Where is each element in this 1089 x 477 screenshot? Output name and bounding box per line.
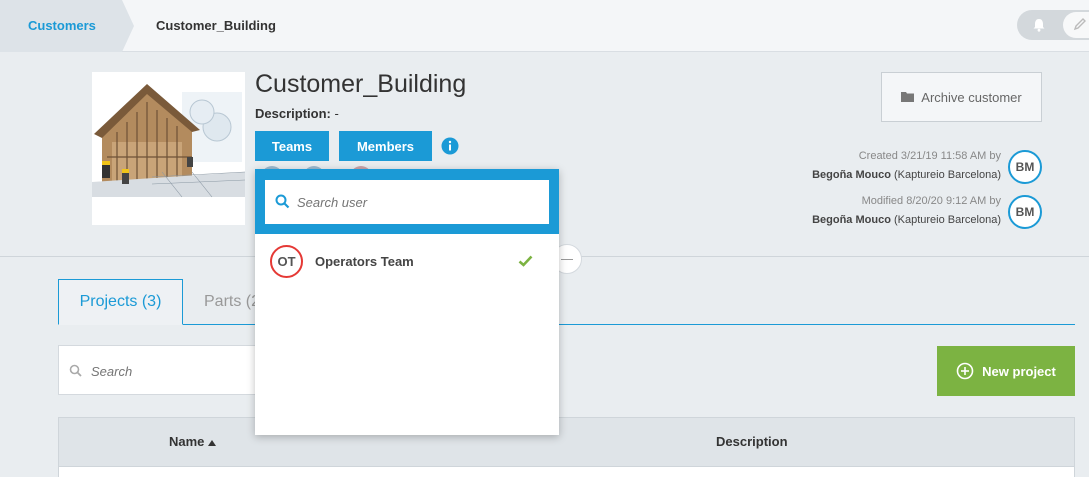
modified-info: Modified 8/20/20 9:12 AM by: [861, 195, 1001, 207]
search-icon: [69, 364, 82, 377]
column-name[interactable]: Name: [169, 418, 217, 466]
customer-photo: [92, 72, 245, 225]
tab-parts[interactable]: Parts (2: [204, 279, 260, 325]
notifications-button[interactable]: [1027, 13, 1051, 37]
archive-customer-button[interactable]: Archive customer: [881, 72, 1042, 122]
sort-asc-icon: [208, 439, 217, 446]
projects-table-header: Name Description: [58, 417, 1075, 467]
breadcrumb-separator: [122, 0, 134, 52]
column-name-label: Name: [169, 434, 205, 449]
avatar[interactable]: BM: [1008, 150, 1042, 184]
plus-circle-icon: [956, 362, 974, 380]
projects-search[interactable]: [58, 345, 268, 395]
projects-search-input[interactable]: [89, 359, 259, 383]
search-user-input[interactable]: [295, 190, 535, 214]
customer-description: Description: -: [255, 106, 339, 121]
column-description: Description: [716, 434, 788, 449]
breadcrumb-current: Customer_Building: [156, 18, 276, 33]
description-value: -: [334, 106, 339, 121]
new-project-button[interactable]: New project: [937, 346, 1075, 396]
list-item[interactable]: OT Operators Team: [255, 244, 559, 280]
info-icon[interactable]: [441, 137, 459, 155]
modified-by: Begoña Mouco (Kaptureio Barcelona): [812, 214, 1001, 226]
folder-icon: [901, 92, 915, 102]
modified-by-name: Begoña Mouco: [812, 214, 891, 226]
check-icon: [518, 255, 533, 267]
search-user-field[interactable]: [265, 180, 549, 224]
created-by-name: Begoña Mouco: [812, 169, 891, 181]
teams-dropdown: OT Operators Team: [255, 169, 559, 435]
team-name: Operators Team: [315, 254, 414, 269]
top-bar: Customers Customer_Building: [0, 0, 1089, 52]
new-project-label: New project: [982, 363, 1056, 379]
dropdown-search-wrapper: [255, 169, 559, 234]
avatar[interactable]: BM: [1008, 195, 1042, 229]
members-button[interactable]: Members: [339, 131, 432, 161]
team-avatar: OT: [270, 245, 303, 278]
search-icon: [275, 194, 290, 209]
breadcrumb-customers[interactable]: Customers: [0, 0, 122, 52]
teams-button[interactable]: Teams: [255, 131, 329, 161]
created-by-org: (Kaptureio Barcelona): [893, 169, 1001, 181]
created-by: Begoña Mouco (Kaptureio Barcelona): [812, 169, 1001, 181]
tab-projects[interactable]: Projects (3): [58, 279, 183, 325]
description-label: Description:: [255, 106, 331, 121]
archive-customer-label: Archive customer: [921, 89, 1022, 105]
created-info: Created 3/21/19 11:58 AM by: [858, 150, 1001, 162]
modified-by-org: (Kaptureio Barcelona): [893, 214, 1001, 226]
customer-title: Customer_Building: [255, 70, 467, 98]
pen-icon: [1073, 18, 1086, 31]
bell-icon: [1033, 19, 1045, 32]
table-row: [58, 467, 1075, 477]
user-menu-button[interactable]: [1063, 12, 1089, 38]
